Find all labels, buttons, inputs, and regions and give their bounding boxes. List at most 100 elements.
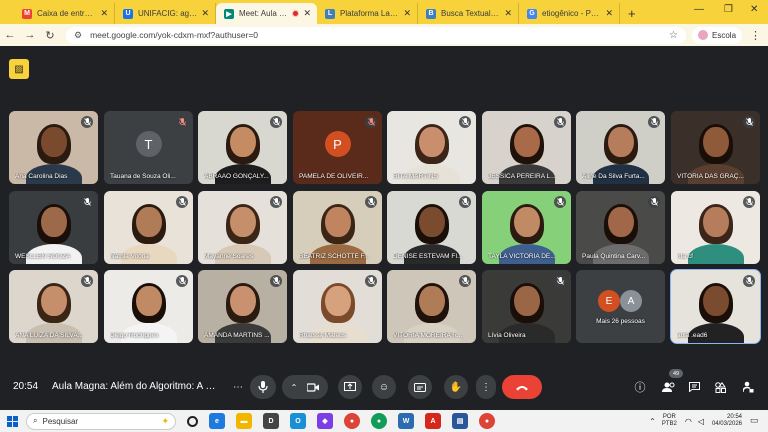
forward-icon[interactable]: → [20, 29, 40, 41]
chevron-up-icon[interactable]: ⌃ [291, 383, 298, 392]
participant-tile[interactable]: Diego Rodrigues [104, 270, 193, 343]
captions-off-icon[interactable]: ▨ [9, 59, 29, 79]
close-tab-icon[interactable]: ✕ [201, 8, 209, 19]
participant-tile[interactable]: Paula Quintina Carv... [576, 191, 665, 264]
camera-button[interactable]: ⌃ [282, 375, 328, 399]
more-options-icon[interactable]: ⋯ [226, 375, 250, 399]
participant-tile[interactable]: RITA MARTINS [387, 111, 476, 184]
windows-app-icon[interactable]: ▤ [452, 413, 468, 429]
participant-tile[interactable]: E A Mais 26 pessoas [576, 270, 665, 343]
file-explorer-icon[interactable]: ▬ [236, 413, 252, 429]
captions-button[interactable] [408, 375, 432, 399]
bookmark-star-icon[interactable]: ☆ [669, 30, 678, 41]
avatar: E [598, 290, 620, 312]
system-tray: ⌃ POR PTB2 ◠ ◁ 20:54 04/03/2026 ▭ [649, 414, 768, 428]
browser-menu-icon[interactable]: ⋮ [750, 29, 761, 42]
participant-name: JESSICA PEREIRA L... [488, 173, 556, 180]
tab-strip: MCaixa de entrada (229)✕UUNIFACIG: agend… [0, 0, 768, 24]
meeting-title[interactable]: Aula Magna: Além do Algoritmo: A ge... [52, 381, 217, 392]
participant-tile[interactable]: aula .ead6 [670, 269, 761, 344]
people-icon[interactable] [658, 377, 678, 397]
participant-tile[interactable]: DENISE ESTEVAM FI... [387, 191, 476, 264]
outlook-icon[interactable]: O [290, 413, 306, 429]
participant-tile[interactable]: JESSICA PEREIRA L... [482, 111, 571, 184]
participant-name: WESLLEN SOUZA [15, 253, 71, 260]
mic-icon [258, 381, 268, 393]
leave-call-button[interactable] [502, 375, 542, 399]
participant-tile[interactable]: Aline Da Silva Furta... [576, 111, 665, 184]
meet-icon: ▶ [224, 8, 234, 19]
mic-muted-icon [554, 196, 566, 208]
participant-tile[interactable]: rita cf [671, 191, 760, 264]
more-actions-button[interactable]: ⋮ [476, 375, 496, 399]
participant-name: TAYLA VICTÓRIA DE... [488, 253, 556, 260]
close-tab-icon[interactable]: ✕ [403, 8, 411, 19]
participant-tile[interactable]: Lívia Oliveira [482, 270, 571, 343]
app-icon[interactable]: ◆ [317, 413, 333, 429]
volume-icon[interactable]: ◁ [698, 417, 704, 426]
reactions-button[interactable]: ☺ [372, 375, 396, 399]
close-tab-icon[interactable]: ✕ [100, 8, 108, 19]
tray-overflow-icon[interactable]: ⌃ [649, 417, 656, 426]
lang-layout: PTB2 [661, 421, 677, 427]
dell-icon[interactable]: D [263, 413, 279, 429]
participant-tile[interactable]: TAYLA VICTÓRIA DE... [482, 191, 571, 264]
input-language[interactable]: POR PTB2 [662, 414, 677, 428]
chrome-profile-icon[interactable]: ● [371, 413, 387, 429]
chat-icon[interactable] [684, 377, 704, 397]
participant-tile[interactable]: T Tauana de Souza Oli... [104, 111, 193, 184]
clock[interactable]: 20:54 04/03/2026 [712, 414, 742, 428]
notifications-icon[interactable]: ▭ [750, 415, 762, 427]
host-controls-icon[interactable] [738, 377, 758, 397]
close-tab-icon[interactable]: ✕ [605, 8, 613, 19]
participant-tile[interactable]: P PAMELA DE OLIVEIR... [293, 111, 382, 184]
minimize-icon[interactable]: — [694, 4, 704, 15]
profile-button[interactable]: Escola [692, 26, 743, 44]
participant-tile[interactable]: BEATRIZ SCHOTTE F... [293, 191, 382, 264]
acrobat-icon[interactable]: A [425, 413, 441, 429]
participant-tile[interactable]: WESLLEN SOUZA [9, 191, 98, 264]
mic-muted-icon [554, 116, 566, 128]
browser-tab[interactable]: U UNIFACIG: agenda - qu ✕ [115, 3, 216, 24]
mic-button[interactable] [250, 375, 276, 399]
close-tab-icon[interactable]: ✕ [504, 8, 512, 19]
browser-tab[interactable]: Getiogênico - Pesquisa ✕ [519, 3, 620, 24]
maximize-icon[interactable]: ❐ [724, 4, 733, 15]
clock-date: 04/03/2026 [711, 421, 742, 427]
participant-tile[interactable]: VITÓRIA MOREIRA R... [387, 270, 476, 343]
close-window-icon[interactable]: ✕ [750, 4, 758, 15]
participant-tile[interactable]: Ana Carolina Dias [9, 111, 98, 184]
activities-icon[interactable] [710, 377, 730, 397]
participant-tile[interactable]: ANA LUIZA DA SILVA... [9, 270, 98, 343]
word-icon[interactable]: W [398, 413, 414, 429]
participant-tile[interactable]: AMANDA MARTINS ... [198, 270, 287, 343]
back-icon[interactable]: ← [0, 29, 20, 41]
present-button[interactable] [338, 375, 362, 399]
chrome-alt-icon[interactable]: ● [479, 413, 495, 429]
browser-tab[interactable]: L Plataforma Lattes ✕ [317, 3, 418, 24]
network-icon[interactable]: ◠ [685, 417, 692, 426]
close-tab-icon[interactable]: ✕ [303, 8, 311, 19]
chrome-icon[interactable]: ● [344, 413, 360, 429]
taskbar-search[interactable]: ⌕ Pesquisar ✦ [26, 412, 176, 430]
address-bar[interactable]: ⚙ meet.google.com/yok-cdxm-mxf?authuser=… [66, 26, 686, 44]
participant-tile[interactable]: ABRAÃO GONÇALY... [198, 111, 287, 184]
participant-tile[interactable]: VITÓRIA DAS GRAÇ... [671, 111, 760, 184]
participant-tile[interactable]: Náthia Vitória [104, 191, 193, 264]
raise-hand-button[interactable]: ✋ [444, 375, 468, 399]
edge-icon[interactable]: e [209, 413, 225, 429]
new-tab-icon[interactable]: + [628, 6, 636, 21]
windows-start-icon[interactable] [0, 415, 24, 427]
mic-muted-icon [554, 275, 566, 287]
participant-tile[interactable]: Mayanne Soares [198, 191, 287, 264]
browser-tab[interactable]: B Busca Textual - Curric ✕ [418, 3, 519, 24]
task-view-icon[interactable] [187, 415, 198, 427]
mic-muted-icon [81, 275, 93, 287]
meeting-info-icon[interactable]: ⓘ [630, 377, 650, 397]
reload-icon[interactable]: ↻ [40, 29, 60, 42]
browser-tab[interactable]: M Caixa de entrada (229)✕ [14, 3, 115, 24]
meeting-clock: 20:54 [13, 381, 39, 392]
participant-tile[interactable]: Rhaíssa Mateus [293, 270, 382, 343]
site-info-icon[interactable]: ⚙ [74, 30, 82, 41]
browser-tab[interactable]: ▶ Meet: Aula Magna ✕ [216, 3, 317, 24]
